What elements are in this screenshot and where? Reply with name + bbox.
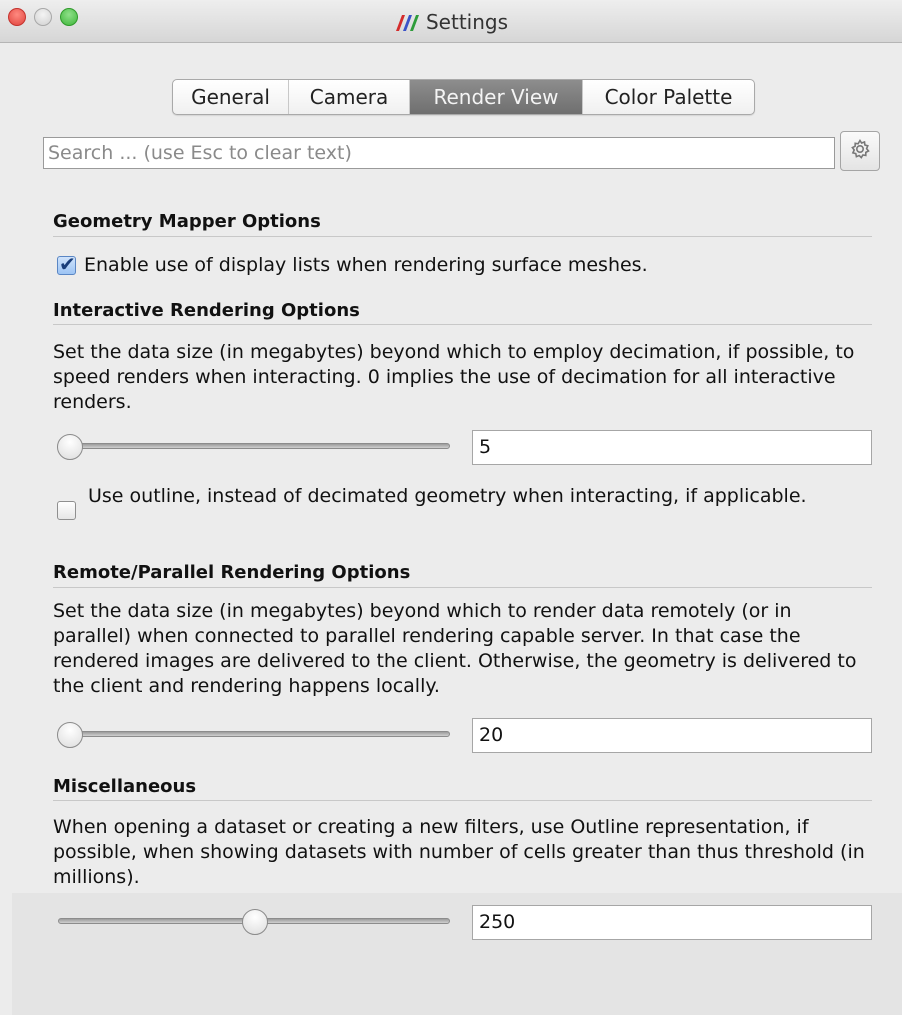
tab-camera[interactable]: Camera [289, 80, 410, 114]
display-lists-label: Enable use of display lists when renderi… [84, 254, 648, 276]
window-title-area: Settings [0, 10, 902, 36]
interactive-slider-handle[interactable] [57, 434, 83, 460]
tab-render-view[interactable]: Render View [410, 80, 583, 114]
use-outline-checkbox[interactable] [57, 501, 76, 520]
advanced-settings-button[interactable] [840, 131, 880, 171]
gear-icon [849, 138, 871, 164]
remote-rendering-heading: Remote/Parallel Rendering Options [53, 562, 411, 583]
remote-slider-handle[interactable] [57, 722, 83, 748]
checkmark-icon: ✔ [59, 252, 76, 276]
geometry-mapper-heading: Geometry Mapper Options [53, 211, 321, 232]
tab-color-palette[interactable]: Color Palette [583, 80, 754, 114]
misc-slider-handle[interactable] [242, 909, 268, 935]
display-lists-checkbox[interactable]: ✔ [57, 252, 76, 276]
window-title: Settings [425, 10, 509, 34]
interactive-slider-track[interactable] [58, 443, 450, 449]
section-divider [53, 236, 872, 237]
remote-threshold-input[interactable]: 20 [472, 718, 872, 753]
use-outline-label: Use outline, instead of decimated geomet… [88, 485, 807, 507]
remote-description: Set the data size (in megabytes) beyond … [53, 600, 857, 697]
settings-window: Settings General Camera Render View Colo… [0, 0, 902, 1015]
title-bar[interactable]: Settings [0, 0, 902, 43]
section-divider [53, 587, 872, 588]
tab-general[interactable]: General [173, 80, 289, 114]
interactive-description: Set the data size (in megabytes) beyond … [53, 341, 855, 413]
paraview-logo-icon [394, 12, 420, 36]
miscellaneous-heading: Miscellaneous [53, 776, 197, 797]
search-input[interactable] [43, 137, 835, 169]
window-edge [0, 42, 12, 1015]
interactive-threshold-input[interactable]: 5 [472, 430, 872, 465]
tab-bar: General Camera Render View Color Palette [172, 79, 755, 115]
remote-slider-track[interactable] [58, 731, 450, 737]
section-divider [53, 800, 872, 801]
interactive-rendering-heading: Interactive Rendering Options [53, 300, 360, 321]
misc-threshold-input[interactable]: 250 [472, 905, 872, 940]
section-divider [53, 324, 872, 325]
misc-description: When opening a dataset or creating a new… [53, 816, 865, 888]
